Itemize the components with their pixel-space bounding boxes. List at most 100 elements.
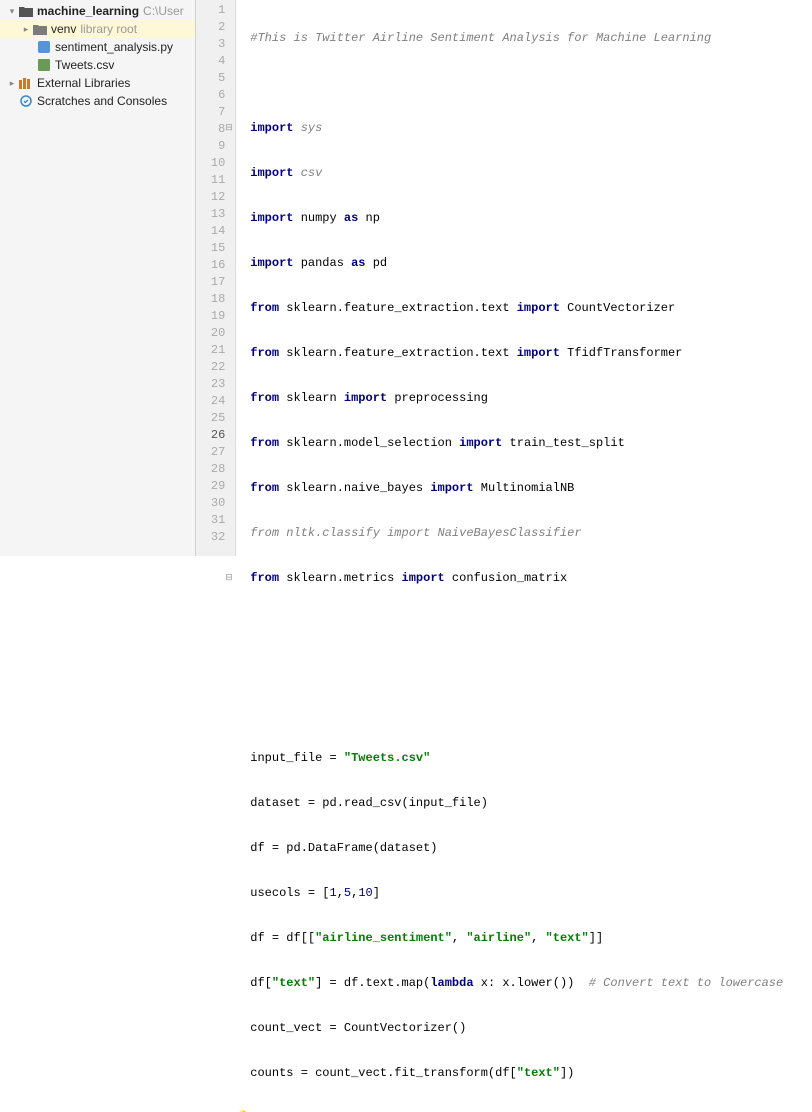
code-text: csv (294, 166, 323, 180)
code-text (236, 705, 812, 722)
code-text: from nltk.classify import NaiveBayesClas… (250, 526, 581, 540)
code-text: train_test_split (502, 436, 624, 450)
project-path: C:\User (143, 4, 184, 18)
line-number: 22 (196, 359, 235, 376)
line-number: 23 (196, 376, 235, 393)
line-number: 12 (196, 189, 235, 206)
code-text: "airline_sentiment" (315, 931, 452, 945)
tree-item-sentiment-analysis[interactable]: sentiment_analysis.py (0, 38, 195, 56)
code-text: counts = count_vect.fit_transform(df[ (250, 1066, 516, 1080)
line-number-gutter: 1 2 3 4 5 6 7 8 9 10 11 12 13 14 15 16 1… (196, 0, 236, 556)
line-number: 24 (196, 393, 235, 410)
intention-bulb-icon[interactable]: 💡 (236, 1110, 250, 1112)
code-text: as (351, 256, 365, 270)
code-text: usecols = [ (250, 886, 329, 900)
code-text: "text" (517, 1066, 560, 1080)
line-number: 32 (196, 529, 235, 546)
libraries-icon (18, 75, 34, 91)
code-text: confusion_matrix (445, 571, 567, 585)
line-number: 26 (196, 427, 235, 444)
tree-item-label: venv (51, 22, 76, 36)
folder-icon (32, 21, 48, 37)
code-text: from (250, 436, 279, 450)
code-text: pd (366, 256, 388, 270)
code-text: import (517, 346, 560, 360)
code-text: x: x.lower()) (474, 976, 589, 990)
line-number: 14 (196, 223, 235, 240)
code-text: sklearn (279, 391, 344, 405)
line-number: 29 (196, 478, 235, 495)
line-number: 28 (196, 461, 235, 478)
tree-item-venv[interactable]: ▸ venv library root (0, 20, 195, 38)
code-text: input_file = (250, 751, 344, 765)
folder-icon (18, 3, 34, 19)
tree-item-external-libraries[interactable]: ▸ External Libraries (0, 74, 195, 92)
line-number: 1 (196, 2, 235, 19)
scratches-icon (18, 93, 34, 109)
code-text: np (358, 211, 380, 225)
code-text: from (250, 481, 279, 495)
code-text: from (250, 571, 279, 585)
code-content[interactable]: #This is Twitter Airline Sentiment Analy… (236, 0, 812, 556)
chevron-down-icon[interactable]: ▾ (6, 6, 18, 17)
fold-minus-icon[interactable]: ⊟ (225, 570, 234, 587)
code-text: sklearn.model_selection (279, 436, 459, 450)
code-text: lambda (430, 976, 473, 990)
code-text: from (250, 346, 279, 360)
tree-item-label: sentiment_analysis.py (55, 40, 173, 54)
code-text (236, 615, 812, 632)
code-text: sklearn.naive_bayes (279, 481, 430, 495)
project-tree[interactable]: ▾ machine_learning C:\User ▸ venv librar… (0, 0, 196, 556)
code-text: transformer = TfidfTransformer().fit(cou… (250, 1111, 567, 1112)
code-text: import (250, 211, 293, 225)
code-text: import (459, 436, 502, 450)
line-number: 11 (196, 172, 235, 189)
code-text: import (250, 166, 293, 180)
code-text: CountVectorizer (560, 301, 675, 315)
code-text: "Tweets.csv" (344, 751, 430, 765)
code-text: pandas (294, 256, 352, 270)
code-text: ]) (560, 1066, 574, 1080)
code-text: , (337, 886, 344, 900)
line-number: 7 (196, 104, 235, 121)
code-text: MultinomialNB (474, 481, 575, 495)
line-number: 21 (196, 342, 235, 359)
project-root[interactable]: ▾ machine_learning C:\User (0, 2, 195, 20)
line-number: 10 (196, 155, 235, 172)
chevron-right-icon[interactable]: ▸ (20, 24, 32, 35)
tree-item-label: External Libraries (37, 76, 130, 90)
line-number: 2 (196, 19, 235, 36)
code-text: , (452, 931, 466, 945)
code-text: import (402, 571, 445, 585)
line-number: 17 (196, 274, 235, 291)
fold-minus-icon[interactable]: ⊟ (225, 120, 234, 137)
tree-item-scratches[interactable]: Scratches and Consoles (0, 92, 195, 110)
line-number: 30 (196, 495, 235, 512)
code-text: dataset = pd.read_csv(input_file) (250, 796, 488, 810)
code-text: import (517, 301, 560, 315)
code-text: "text" (272, 976, 315, 990)
code-text: as (344, 211, 358, 225)
code-text: sklearn.feature_extraction.text (279, 301, 517, 315)
line-number: 18 (196, 291, 235, 308)
line-number: 9 (196, 138, 235, 155)
line-number: 20 (196, 325, 235, 342)
chevron-right-icon[interactable]: ▸ (6, 78, 18, 89)
tree-item-label: Tweets.csv (55, 58, 114, 72)
line-number: 4 (196, 53, 235, 70)
code-text: df = df[[ (250, 931, 315, 945)
csv-file-icon (36, 57, 52, 73)
code-text: numpy (294, 211, 344, 225)
tree-item-tweets-csv[interactable]: Tweets.csv (0, 56, 195, 74)
code-text: import (430, 481, 473, 495)
code-text: import (344, 391, 387, 405)
line-number: 6 (196, 87, 235, 104)
code-text: import (250, 121, 293, 135)
project-name: machine_learning (37, 4, 139, 18)
code-text: sklearn.feature_extraction.text (279, 346, 517, 360)
line-number: 19 (196, 308, 235, 325)
code-text: df = pd.DataFrame(dataset) (250, 841, 437, 855)
code-text: , (351, 886, 358, 900)
code-editor[interactable]: 1 2 3 4 5 6 7 8 9 10 11 12 13 14 15 16 1… (196, 0, 812, 556)
tree-item-sublabel: library root (80, 22, 137, 36)
